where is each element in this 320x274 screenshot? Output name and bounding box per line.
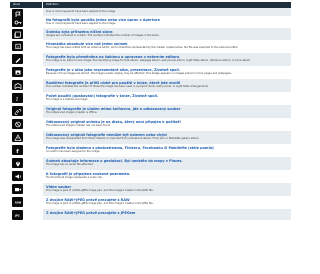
table-body: One or more keywords have been applied t… (10, 8, 291, 220)
definition-cell: Z dvojice RAW+JPEG právě pracujete s JPE… (43, 209, 291, 220)
definition-cell: Odkazovaný originál snímku je na disku, … (43, 118, 291, 131)
definition-cell: Originál fotografie je uložen mimo kniho… (43, 105, 291, 118)
badge-cell (10, 28, 42, 40)
definition-cell: Na fotografii byla použita jedna nebo ví… (43, 16, 291, 28)
video-icon (12, 184, 23, 194)
facebook-icon: f (12, 145, 23, 155)
table-row: Originál fotografie je uložen mimo kniho… (10, 105, 291, 118)
svg-text:RAW: RAW (15, 201, 22, 204)
definition-cell: Video soubor The image is part of a RAW+J… (43, 183, 291, 196)
book-icon (12, 80, 23, 90)
table-row: RAW Z dvojice RAW+JPEG právě pracujete s … (10, 196, 291, 209)
definition-cell: Fotografie je v albu jako reprezentant a… (43, 66, 291, 79)
table-row: Snímku byla přiřazena ničivá slova Images… (10, 28, 291, 40)
table-row: 2 Počet použití (opakování) fotografie v … (10, 92, 291, 105)
badge-cell (10, 105, 42, 118)
badge-description: The referenced image's master has not be… (46, 123, 112, 127)
key-icon (12, 17, 23, 27)
definition-cell: Rozšíření fotografie je příliš nízké pro… (43, 79, 291, 92)
table-row: K fotografii je připojena zvuková poznám… (10, 170, 291, 183)
jpeg-raw-icon: JPG (12, 210, 23, 220)
stack-number-icon: 3 (12, 41, 23, 51)
location-icon (12, 158, 23, 168)
badge-definition-table: Ikona Definition One or more keywords ha… (10, 2, 291, 272)
badge-cell (10, 66, 42, 79)
definition-cell: Hromádka obsahuje více než jeden snímek T… (43, 40, 291, 53)
definition-cell: Fotografie byla přeměněna na šablonu a u… (43, 53, 291, 66)
badge-description: Because of how images are stored, the im… (46, 71, 232, 75)
badge-cell (10, 16, 42, 28)
edited-icon (12, 54, 23, 64)
badge-description: One or more keywords have been applied t… (46, 9, 116, 13)
table-row: Snímek obsahuje informace o geolokaci. B… (10, 157, 291, 170)
badge-cell (10, 183, 42, 196)
audio-icon (12, 171, 23, 181)
table-row: Na fotografii byla použita jedna nebo ví… (10, 16, 291, 28)
badge-description: The image was downloaded from Photo Stre… (46, 136, 200, 140)
table-row: Odkazovaný originál fotografie nemůže bý… (10, 131, 291, 144)
definition-cell: Snímku byla přiřazena ničivá slova Images… (43, 28, 291, 40)
badge-cell (10, 118, 42, 131)
definition-cell: Snímek obsahuje informace o geolokaci. B… (43, 157, 291, 170)
missing-icon (12, 132, 23, 142)
badge-description: The image is a referenced image. (46, 97, 89, 101)
definition-cell: Odkazovaný originál fotografie nemůže bý… (43, 131, 291, 144)
reference-icon (12, 106, 23, 116)
badge-cell (10, 79, 42, 92)
definition-cell: Fotografie byla stažena z photostreamu, … (43, 144, 291, 157)
badge-cell (10, 170, 42, 183)
table-row: Fotografie je v albu jako reprezentant a… (10, 66, 291, 79)
badge-description: The referenced image's master is offline… (46, 110, 98, 114)
svg-text:JPG: JPG (14, 214, 20, 217)
definition-cell: K fotografii je připojena zvuková poznám… (43, 170, 291, 183)
svg-text:2: 2 (15, 96, 18, 101)
badge-cell (10, 8, 42, 19)
table-row: 3 Hromádka obsahuje více než jeden snímek… (10, 40, 291, 53)
badge-cell: f (10, 144, 42, 157)
badge-description: The image is part of a RAW+JPEG image pa… (46, 188, 154, 192)
stack-icon (12, 29, 23, 39)
usage-icon: 2 (12, 93, 23, 103)
badge-description: The image is an album's sole image; the … (46, 58, 251, 62)
badge-term: Z dvojice RAW+JPEG právě pracujete s JPE… (46, 210, 136, 215)
album-icon (12, 67, 23, 77)
table-row: Video soubor The image is part of a RAW+J… (10, 183, 291, 196)
badge-cell: 2 (10, 92, 42, 105)
definition-cell: Z dvojice RAW+JPEG právě pracujete s RAW… (43, 196, 291, 209)
svg-text:3: 3 (17, 45, 19, 49)
svg-text:f: f (16, 149, 19, 154)
badge-description: Images are contained in a stack. The num… (46, 33, 160, 37)
badge-cell (10, 157, 42, 170)
table-row: Fotografie byla přeměněna na šablonu a u… (10, 53, 291, 66)
table-row: f Fotografie byla stažena z photostreamu,… (10, 144, 291, 157)
definition-cell: One or more keywords have been applied t… (43, 8, 291, 16)
badge-description: A location has been assigned to the imag… (46, 149, 101, 153)
table-row: Odkazovaný originál snímku je na disku, … (10, 118, 291, 131)
table-row: One or more keywords have been applied t… (10, 8, 291, 19)
table-row: JPG Z dvojice RAW+JPEG právě pracujete s … (10, 209, 291, 220)
badge-cell (10, 131, 42, 144)
definition-cell: Počet použití (opakování) fotografie v k… (43, 92, 291, 105)
badge-description: One or more keywords have been applied t… (46, 21, 116, 25)
table-row: Rozšíření fotografie je příliš nízké pro… (10, 79, 291, 92)
raw-jpeg-icon: RAW (12, 197, 23, 207)
badge-cell: JPG (10, 209, 42, 220)
badge-description: The number indicates the number of times… (46, 84, 209, 88)
badge-cell: 3 (10, 40, 42, 53)
badge-description: The thumbnail image represents a video c… (46, 175, 103, 179)
badge-description: The image has an audio file attached. (46, 162, 94, 166)
badge-cell (10, 53, 42, 66)
badge-description: The image is part of a RAW+JPEG image pa… (46, 201, 154, 205)
offline-icon (12, 119, 23, 129)
badge-cell: RAW (10, 196, 42, 209)
badge-description: The image has been edited with an extern… (46, 45, 239, 49)
